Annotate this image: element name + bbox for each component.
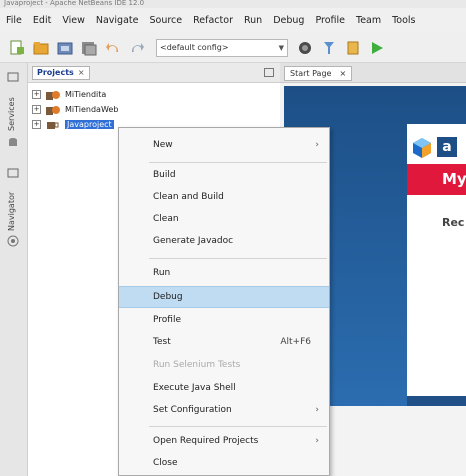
context-menu: New › Build Clean and Build Clean Genera… bbox=[118, 127, 330, 476]
menu-item-run-selenium-tests: Run Selenium Tests bbox=[153, 360, 241, 370]
database-icon bbox=[7, 137, 19, 149]
menu-debug[interactable]: Debug bbox=[273, 15, 304, 26]
menu-item-debug[interactable]: Debug bbox=[119, 286, 329, 308]
save-all-icon[interactable] bbox=[80, 39, 98, 57]
menu-team[interactable]: Team bbox=[356, 15, 381, 26]
start-page-logo-text: a bbox=[437, 137, 457, 157]
services-tab[interactable]: Services bbox=[7, 97, 16, 131]
tab-start-page[interactable]: Start Page × bbox=[284, 66, 353, 81]
menu-profile[interactable]: Profile bbox=[315, 15, 345, 26]
start-page-footer bbox=[407, 396, 466, 406]
menu-item-build[interactable]: Build bbox=[119, 164, 329, 186]
close-icon[interactable]: × bbox=[78, 68, 85, 77]
tree-item-mitiendaweb[interactable]: + MiTiendaWeb bbox=[28, 102, 280, 117]
undo-icon[interactable] bbox=[104, 39, 122, 57]
chevron-right-icon: › bbox=[315, 436, 319, 446]
menu-bar: File Edit View Navigate Source Refactor … bbox=[0, 8, 466, 33]
new-project-icon[interactable] bbox=[32, 39, 50, 57]
menu-file[interactable]: File bbox=[6, 15, 22, 26]
menu-item-new[interactable]: New › bbox=[119, 134, 329, 156]
configuration-value: <default config> bbox=[160, 43, 229, 52]
menu-separator bbox=[149, 426, 327, 427]
start-page-card: a My Rec bbox=[407, 124, 466, 396]
menu-item-label: Test bbox=[153, 337, 171, 347]
open-project-icon[interactable] bbox=[56, 39, 74, 57]
projects-panel-header: Projects × bbox=[28, 63, 280, 83]
start-page-banner[interactable]: My bbox=[407, 164, 466, 195]
tab-start-page-label: Start Page bbox=[290, 69, 332, 78]
expand-icon[interactable]: + bbox=[32, 105, 41, 114]
window-title: Javaproject - Apache NetBeans IDE 12.0 bbox=[0, 0, 466, 8]
projects-tab[interactable]: Projects × bbox=[32, 65, 90, 80]
side-strip: Services Navigator bbox=[0, 63, 28, 476]
menu-view[interactable]: View bbox=[62, 15, 85, 26]
chevron-right-icon: › bbox=[315, 140, 319, 150]
menu-item-profile[interactable]: Profile bbox=[119, 309, 329, 331]
menu-item-label: New bbox=[153, 140, 173, 150]
projects-tab-label: Projects bbox=[37, 68, 74, 77]
new-file-icon[interactable] bbox=[8, 39, 26, 57]
menu-separator bbox=[149, 258, 327, 259]
minimize-icon[interactable] bbox=[264, 68, 274, 77]
start-page-recent: Rec bbox=[442, 216, 465, 229]
coffee-cup-icon bbox=[47, 121, 59, 129]
menu-refactor[interactable]: Refactor bbox=[193, 15, 233, 26]
menu-item-clean-and-build[interactable]: Clean and Build bbox=[119, 186, 329, 208]
menu-item-generate-javadoc[interactable]: Generate Javadoc bbox=[119, 230, 329, 252]
menu-separator bbox=[149, 162, 327, 163]
services-window-icon[interactable] bbox=[7, 71, 19, 83]
menu-item-run[interactable]: Run bbox=[119, 262, 329, 284]
netbeans-logo-icon bbox=[413, 138, 431, 158]
run-icon[interactable] bbox=[368, 39, 386, 57]
menu-item-clean[interactable]: Clean bbox=[119, 208, 329, 230]
main-toolbar: <default config> ▼ bbox=[0, 33, 466, 63]
clean-build-icon[interactable] bbox=[320, 39, 338, 57]
project-icon bbox=[46, 90, 60, 100]
tree-item-label: MiTiendaWeb bbox=[65, 105, 119, 114]
build-icon[interactable] bbox=[344, 39, 362, 57]
menu-tools[interactable]: Tools bbox=[392, 15, 415, 26]
globe-icon[interactable] bbox=[296, 39, 314, 57]
tree-item-label: MiTiendita bbox=[65, 90, 107, 99]
chevron-right-icon: › bbox=[315, 405, 319, 415]
tree-item-mitiendita[interactable]: + MiTiendita bbox=[28, 87, 280, 102]
editor-tab-bar: Start Page × bbox=[280, 63, 466, 83]
navigator-tab[interactable]: Navigator bbox=[7, 192, 16, 231]
menu-item-test[interactable]: Test Alt+F6 bbox=[119, 331, 329, 353]
menu-item-label: Open Required Projects bbox=[153, 436, 259, 446]
navigator-window-icon[interactable] bbox=[7, 167, 19, 179]
menu-navigate[interactable]: Navigate bbox=[96, 15, 139, 26]
menu-item-label: Set Configuration bbox=[153, 405, 232, 415]
redo-icon[interactable] bbox=[128, 39, 146, 57]
menu-source[interactable]: Source bbox=[149, 15, 182, 26]
menu-item-shortcut: Alt+F6 bbox=[280, 337, 311, 347]
compass-icon bbox=[7, 235, 19, 247]
menu-item-open-required-projects[interactable]: Open Required Projects › bbox=[119, 430, 329, 452]
chevron-down-icon: ▼ bbox=[278, 43, 284, 52]
menu-edit[interactable]: Edit bbox=[33, 15, 51, 26]
tree-item-label: Javaproject bbox=[65, 120, 114, 129]
menu-item-close[interactable]: Close bbox=[119, 452, 329, 474]
expand-icon[interactable]: + bbox=[32, 120, 41, 129]
expand-icon[interactable]: + bbox=[32, 90, 41, 99]
close-icon[interactable]: × bbox=[339, 69, 346, 78]
menu-run[interactable]: Run bbox=[244, 15, 262, 26]
menu-item-execute-java-shell[interactable]: Execute Java Shell bbox=[119, 377, 329, 399]
menu-item-set-configuration[interactable]: Set Configuration › bbox=[119, 399, 329, 421]
configuration-select[interactable]: <default config> ▼ bbox=[156, 38, 288, 57]
project-icon bbox=[46, 105, 60, 115]
